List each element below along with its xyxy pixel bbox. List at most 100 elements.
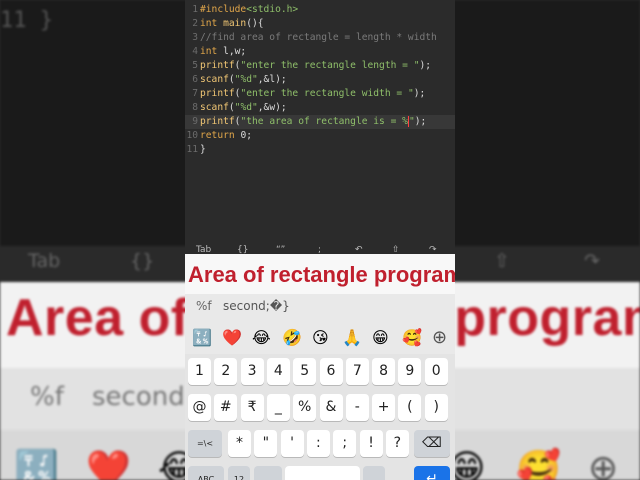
key-symbol[interactable]: & bbox=[319, 394, 343, 421]
code-token: "enter the rectangle width = " bbox=[240, 88, 414, 99]
key-emoji-switch[interactable] bbox=[254, 466, 282, 480]
key-4[interactable]: 4 bbox=[266, 358, 290, 385]
code-line[interactable]: 7 printf("enter the rectangle width = "); bbox=[185, 87, 455, 101]
code-token: l,w; bbox=[223, 46, 247, 57]
key-symbol[interactable]: ' bbox=[280, 430, 304, 457]
hearts-face-emoji-icon[interactable]: 🥰 bbox=[402, 328, 422, 348]
code-token: main bbox=[223, 18, 247, 29]
code-line[interactable]: 11} bbox=[185, 143, 455, 157]
symbol-keyboard: 1234567890 @#₹_%&-+() =\<*"':;!?⌫ ABC 12 34,… bbox=[185, 354, 455, 480]
key-6[interactable]: 6 bbox=[319, 358, 343, 385]
key-9[interactable]: 9 bbox=[398, 358, 422, 385]
code-line[interactable]: 10 return 0; bbox=[185, 129, 455, 143]
key-8[interactable]: 8 bbox=[372, 358, 396, 385]
code-token: return bbox=[200, 130, 241, 141]
key-symbol[interactable]: ? bbox=[385, 430, 409, 457]
heart-emoji-icon[interactable]: ❤️ bbox=[222, 328, 242, 348]
code-line[interactable]: 3//find area of rectangle = length * wid… bbox=[185, 31, 455, 45]
code-token: printf bbox=[200, 60, 235, 71]
code-token: scanf bbox=[200, 74, 229, 85]
code-line[interactable]: 2 int main(){ bbox=[185, 17, 455, 31]
key-symbol[interactable]: " bbox=[254, 430, 278, 457]
bg-braces-label: {} bbox=[130, 250, 155, 272]
key-symbol[interactable]: ) bbox=[424, 394, 448, 421]
backspace-icon[interactable]: ⌫ bbox=[414, 430, 450, 457]
code-token: int bbox=[200, 46, 224, 57]
code-line[interactable]: 6 scanf("%d",&l); bbox=[185, 73, 455, 87]
key-symbol[interactable]: : bbox=[306, 430, 330, 457]
key-symbol[interactable]: # bbox=[214, 394, 238, 421]
bg-suggest-second: second bbox=[92, 382, 185, 412]
code-line[interactable]: 1 #include<stdio.h> bbox=[185, 3, 455, 17]
bg-hearts-face-emoji-icon: 🥰 bbox=[516, 449, 561, 480]
key-3[interactable]: 3 bbox=[240, 358, 264, 385]
key-symbol[interactable]: - bbox=[345, 394, 369, 421]
key-0[interactable]: 0 bbox=[424, 358, 448, 385]
suggestion-first[interactable]: %f bbox=[196, 299, 212, 313]
code-line[interactable]: 9 printf("the area of rectangle is = %"); bbox=[185, 115, 455, 129]
phone-screen: 1 #include<stdio.h> 2 int main(){3//find ar… bbox=[185, 0, 455, 480]
keyboard-switch-icon[interactable]: 🔣 bbox=[192, 328, 212, 348]
key-symbol[interactable]: ( bbox=[398, 394, 422, 421]
code-token: 0; bbox=[240, 130, 252, 141]
add-emoji-icon[interactable]: ⊕ bbox=[432, 328, 447, 348]
key-symbol[interactable]: ₹ bbox=[240, 394, 264, 421]
code-token: ); bbox=[419, 60, 432, 71]
key-1[interactable]: 1 bbox=[188, 358, 211, 385]
title-banner: Area of rectangle program bbox=[185, 254, 455, 294]
code-token: } bbox=[200, 144, 206, 155]
pray-emoji-icon[interactable]: 🙏 bbox=[342, 328, 362, 348]
bg-code-line: 11 } bbox=[0, 8, 53, 33]
key-2[interactable]: 2 bbox=[214, 358, 238, 385]
key-5[interactable]: 5 bbox=[293, 358, 317, 385]
code-token: //find area of rectangle = length * widt… bbox=[200, 32, 437, 43]
line-number: 11 bbox=[186, 144, 198, 155]
code-token: "%d" bbox=[234, 74, 258, 85]
key-enter[interactable]: ↵ bbox=[414, 466, 450, 480]
suggestion-bar: %f second;�} bbox=[185, 294, 455, 322]
code-token: ); bbox=[413, 88, 426, 99]
code-token: "%d" bbox=[234, 102, 258, 113]
key-numpad[interactable]: 12 34 bbox=[228, 466, 250, 480]
key-7[interactable]: 7 bbox=[345, 358, 369, 385]
bg-heart-emoji-icon: ❤️ bbox=[86, 449, 131, 480]
key-space[interactable] bbox=[285, 466, 360, 480]
kiss-emoji-icon[interactable]: 😘 bbox=[312, 328, 329, 348]
line-number: 2 bbox=[192, 18, 198, 29]
code-token: <stdio.h> bbox=[246, 4, 299, 15]
grin-emoji-icon[interactable]: 😁 bbox=[372, 328, 389, 348]
code-token: ,&l); bbox=[257, 74, 287, 85]
line-number: 3 bbox=[192, 32, 198, 43]
code-token: int bbox=[200, 18, 224, 29]
key-symbol[interactable]: ! bbox=[359, 430, 383, 457]
code-token: #include bbox=[200, 4, 247, 15]
key-more-symbols[interactable]: =\< bbox=[188, 430, 222, 457]
code-token: ); bbox=[414, 116, 427, 127]
joy-emoji-icon[interactable]: 😂 bbox=[252, 328, 271, 348]
line-number: 9 bbox=[192, 116, 198, 127]
code-token: (){ bbox=[246, 18, 264, 29]
code-line[interactable]: 5 printf("enter the rectangle length = ")… bbox=[185, 59, 455, 73]
line-number: 8 bbox=[192, 102, 198, 113]
key-comma[interactable]: , bbox=[363, 466, 385, 480]
banner-title: Area of rectangle program bbox=[188, 262, 455, 287]
line-number: 7 bbox=[192, 88, 198, 99]
key-abc[interactable]: ABC bbox=[188, 466, 224, 480]
code-line[interactable]: 8 scanf("%d",&w); bbox=[185, 101, 455, 115]
key-symbol[interactable]: % bbox=[293, 394, 317, 421]
key-symbol[interactable]: ; bbox=[333, 430, 357, 457]
code-token: printf bbox=[200, 88, 235, 99]
key-symbol[interactable]: + bbox=[372, 394, 396, 421]
key-symbol[interactable]: * bbox=[228, 430, 251, 457]
line-number: 6 bbox=[192, 74, 198, 85]
suggestion-second[interactable]: second;�} bbox=[223, 299, 290, 313]
code-editor[interactable]: 1 #include<stdio.h> 2 int main(){3//find ar… bbox=[185, 0, 455, 243]
key-symbol[interactable]: @ bbox=[188, 394, 211, 421]
key-symbol[interactable]: _ bbox=[266, 394, 290, 421]
bg-add-emoji-icon: ⊕ bbox=[588, 448, 619, 480]
rofl-emoji-icon[interactable]: 🤣 bbox=[282, 328, 302, 348]
code-line[interactable]: 4 int l,w; bbox=[185, 45, 455, 59]
bg-shift-icon: ⇧ bbox=[494, 250, 510, 272]
line-number: 1 bbox=[192, 4, 198, 15]
code-token: "the area of rectangle is = % bbox=[240, 116, 408, 127]
